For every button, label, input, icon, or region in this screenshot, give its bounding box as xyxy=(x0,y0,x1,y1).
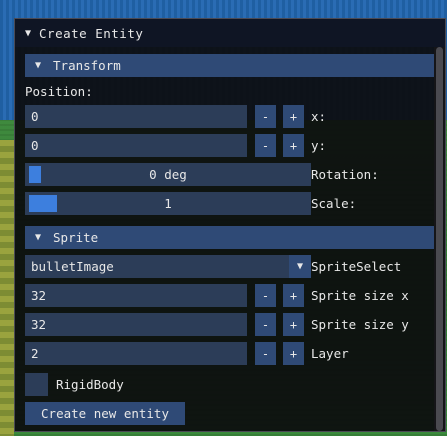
position-label: Position: xyxy=(25,84,93,99)
layer-input[interactable]: 2 xyxy=(25,342,247,365)
scale-slider[interactable]: 1 xyxy=(25,192,311,215)
sprite-size-y-decrement-button[interactable]: - xyxy=(255,313,276,336)
rigidbody-label: RigidBody xyxy=(56,377,124,392)
rotation-label: Rotation: xyxy=(311,167,379,182)
position-x-label: x: xyxy=(311,109,327,124)
sprite-size-x-label: Sprite size x xyxy=(311,288,409,303)
sprite-size-x-input[interactable]: 32 xyxy=(25,284,247,307)
position-y-label: y: xyxy=(311,138,327,153)
layer-label: Layer xyxy=(311,346,349,361)
triangle-down-icon: ▼ xyxy=(35,232,42,243)
sprite-select-label: SpriteSelect xyxy=(311,259,402,274)
rotation-slider[interactable]: 0 deg xyxy=(25,163,311,186)
layer-increment-button[interactable]: + xyxy=(283,342,304,365)
scale-label: Scale: xyxy=(311,196,357,211)
sprite-size-y-increment-button[interactable]: + xyxy=(283,313,304,336)
scrollbar-grab[interactable] xyxy=(436,47,443,431)
collapse-triangle-icon[interactable]: ▼ xyxy=(25,28,31,39)
position-x-increment-button[interactable]: + xyxy=(283,105,304,128)
shore-tiles xyxy=(0,140,14,436)
triangle-down-icon: ▼ xyxy=(35,60,42,71)
sprite-size-x-value: 32 xyxy=(31,288,47,303)
scale-value: 1 xyxy=(164,196,172,211)
sprite-header[interactable]: ▼ Sprite xyxy=(25,226,437,249)
window-scrollbar[interactable] xyxy=(434,47,445,431)
dropdown-arrow-icon[interactable]: ▼ xyxy=(289,255,311,278)
position-y-value: 0 xyxy=(31,138,39,153)
create-entity-window[interactable]: ▼ Create Entity ▼ Transform Position: 0 … xyxy=(14,18,446,432)
transform-header[interactable]: ▼ Transform xyxy=(25,54,437,77)
create-entity-button[interactable]: Create new entity xyxy=(25,402,185,425)
layer-decrement-button[interactable]: - xyxy=(255,342,276,365)
rotation-value: 0 deg xyxy=(149,167,187,182)
position-y-decrement-button[interactable]: - xyxy=(255,134,276,157)
rigidbody-checkbox[interactable] xyxy=(25,373,48,396)
layer-value: 2 xyxy=(31,346,39,361)
sprite-size-y-input[interactable]: 32 xyxy=(25,313,247,336)
position-x-decrement-button[interactable]: - xyxy=(255,105,276,128)
sprite-size-x-decrement-button[interactable]: - xyxy=(255,284,276,307)
sprite-size-y-label: Sprite size y xyxy=(311,317,409,332)
position-y-input[interactable]: 0 xyxy=(25,134,247,157)
sprite-header-label: Sprite xyxy=(53,230,99,245)
window-title: Create Entity xyxy=(39,25,144,41)
position-x-input[interactable]: 0 xyxy=(25,105,247,128)
transform-header-label: Transform xyxy=(53,58,121,73)
position-x-value: 0 xyxy=(31,109,39,124)
sprite-size-y-value: 32 xyxy=(31,317,47,332)
window-titlebar[interactable]: ▼ Create Entity xyxy=(15,19,445,47)
sprite-select-value: bulletImage xyxy=(31,259,114,274)
sprite-size-x-increment-button[interactable]: + xyxy=(283,284,304,307)
sprite-select-combo[interactable]: bulletImage ▼ xyxy=(25,255,311,278)
position-y-increment-button[interactable]: + xyxy=(283,134,304,157)
